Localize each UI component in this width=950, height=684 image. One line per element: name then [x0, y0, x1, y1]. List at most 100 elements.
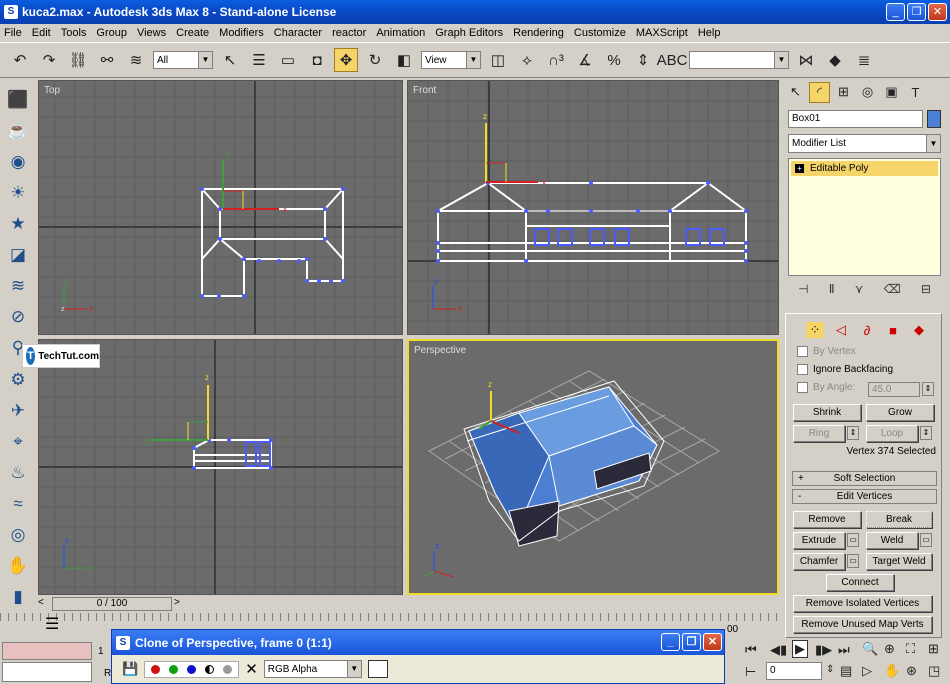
character-icon[interactable]: ✋ [6, 555, 30, 578]
remove-modifier-icon[interactable]: ⌫ [884, 282, 901, 302]
cylinder-icon[interactable]: ▮ [6, 586, 30, 609]
particles-icon[interactable]: ≋ [6, 275, 30, 298]
minimize-button[interactable]: _ [886, 3, 905, 21]
viewport-left[interactable]: z y z y [38, 339, 403, 595]
current-frame-field[interactable]: 0 [766, 662, 822, 680]
menu-group[interactable]: Group [96, 27, 127, 39]
zoom-extents-all-icon[interactable]: ⊞ [928, 641, 939, 657]
spinner-arrows-icon[interactable]: ⇕ [922, 382, 934, 396]
maximize-viewport-icon[interactable]: ◳ [928, 663, 940, 679]
go-to-start-icon[interactable]: ⏮ [745, 642, 757, 658]
next-frame-icon[interactable]: ▮▶ [815, 642, 832, 658]
named-selection-dropdown[interactable]: ▼ [689, 51, 789, 69]
utilities-tab-icon[interactable]: T [905, 82, 926, 103]
maxscript-listener-pink[interactable] [2, 642, 92, 660]
spinner-snap-icon[interactable]: ⇕ [631, 48, 655, 72]
play-icon[interactable]: ▶ [792, 640, 808, 658]
ring-button[interactable]: Ring [793, 425, 845, 442]
angle-snap-icon[interactable]: ∡ [573, 48, 597, 72]
chamfer-settings-icon[interactable]: ▭ [847, 554, 859, 568]
redo-icon[interactable]: ↷ [37, 48, 61, 72]
zoom-extents-icon[interactable]: ⛶ [906, 641, 915, 657]
flame-icon[interactable]: ♨ [6, 461, 30, 484]
field-of-view-icon[interactable]: ▷ [862, 663, 872, 679]
menu-create[interactable]: Create [176, 27, 209, 39]
clone-window-titlebar[interactable]: S Clone of Perspective, frame 0 (1:1) _ … [112, 630, 724, 655]
frame-spinner-icon[interactable]: ⇕ [826, 664, 834, 675]
mirror-icon[interactable]: ⋈ [794, 48, 818, 72]
vertex-mode-icon[interactable]: ⁘ [806, 322, 824, 338]
configure-modifier-sets-icon[interactable]: ⊟ [921, 282, 931, 302]
clone-close-button[interactable]: ✕ [703, 633, 722, 651]
selection-filter-dropdown[interactable]: All ▼ [153, 51, 213, 69]
zoom-icon[interactable]: 🔍 [862, 641, 878, 657]
clone-minimize-button[interactable]: _ [661, 633, 680, 651]
wave-icon[interactable]: ≈ [6, 492, 30, 515]
clone-maximize-button[interactable]: ❐ [682, 633, 701, 651]
torus-icon[interactable]: ◎ [6, 524, 30, 547]
menu-animation[interactable]: Animation [376, 27, 425, 39]
bind-space-warp-icon[interactable]: ≋ [124, 48, 148, 72]
grow-button[interactable]: Grow [866, 404, 934, 421]
maxscript-listener-white[interactable] [2, 662, 92, 682]
close-button[interactable]: ✕ [928, 3, 947, 21]
select-scale-icon[interactable]: ◧ [392, 48, 416, 72]
menu-tools[interactable]: Tools [61, 27, 87, 39]
viewport-front[interactable]: Front z x z x [407, 80, 779, 335]
monochrome-icon[interactable] [223, 664, 233, 674]
make-unique-icon[interactable]: ⋎ [855, 282, 864, 302]
chamfer-button[interactable]: Chamfer [793, 553, 845, 570]
sphere-icon[interactable]: ◉ [6, 150, 30, 173]
remove-unused-map-verts-button[interactable]: Remove Unused Map Verts [793, 616, 932, 633]
ignore-backfacing-checkbox[interactable]: Ignore Backfacing [797, 364, 893, 375]
channel-dropdown[interactable]: RGB Alpha ▼ [263, 660, 362, 678]
viewport-top[interactable]: Top y x y x z [38, 80, 403, 335]
compound-icon[interactable]: ◪ [6, 244, 30, 267]
menu-edit[interactable]: Edit [32, 27, 51, 39]
box-primitive-icon[interactable]: ⬛ [6, 88, 30, 111]
menu-character[interactable]: Character [274, 27, 322, 39]
show-end-result-icon[interactable]: Ⅱ [829, 282, 835, 302]
arc-rotate-icon[interactable]: ⊛ [906, 663, 917, 679]
go-to-end-icon[interactable]: ⏭ [838, 642, 850, 658]
loop-spinner-icon[interactable]: ⇕ [920, 426, 932, 440]
teapot-icon[interactable]: ☕ [6, 119, 30, 142]
select-by-name-icon[interactable]: ☰ [247, 48, 271, 72]
tube-icon[interactable]: ⊘ [6, 306, 30, 329]
next-frame-icon[interactable]: > [174, 597, 180, 608]
select-move-icon[interactable]: ✥ [334, 48, 358, 72]
select-object-icon[interactable]: ↖ [218, 48, 242, 72]
weld-settings-icon[interactable]: ▭ [920, 533, 932, 547]
color-swatch[interactable] [367, 660, 388, 678]
connect-button[interactable]: Connect [826, 574, 894, 591]
edge-mode-icon[interactable]: ◁ [832, 322, 850, 338]
menu-file[interactable]: File [4, 27, 22, 39]
by-angle-checkbox[interactable]: By Angle: [797, 382, 855, 393]
align-icon[interactable]: ◆ [823, 48, 847, 72]
green-channel-icon[interactable] [169, 664, 179, 674]
object-color-swatch[interactable] [927, 110, 941, 128]
alpha-channel-icon[interactable] [205, 664, 215, 674]
undo-icon[interactable]: ↶ [8, 48, 32, 72]
loop-button[interactable]: Loop [866, 425, 918, 442]
object-name-field[interactable]: Box01 [788, 110, 923, 128]
percent-snap-icon[interactable]: % [602, 48, 626, 72]
red-channel-icon[interactable] [151, 664, 161, 674]
remove-isolated-vertices-button[interactable]: Remove Isolated Vertices [793, 595, 932, 612]
named-selection-sets-icon[interactable]: ABC [657, 48, 688, 72]
unlink-icon[interactable]: ⚯ [95, 48, 119, 72]
polygon-mode-icon[interactable]: ■ [884, 322, 902, 338]
viewport-perspective[interactable]: Perspective z z [407, 339, 779, 595]
time-configuration-icon[interactable]: ▤ [840, 663, 852, 679]
prev-frame-icon[interactable]: < [38, 597, 44, 608]
soft-selection-rollout[interactable]: + Soft Selection [792, 471, 937, 486]
menu-reactor[interactable]: reactor [332, 27, 366, 39]
border-mode-icon[interactable]: ∂ [858, 322, 876, 338]
menu-views[interactable]: Views [137, 27, 166, 39]
maximize-button[interactable]: ❐ [907, 3, 926, 21]
pan-icon[interactable]: ✋ [884, 663, 900, 679]
clear-icon[interactable]: ✕ [245, 660, 258, 678]
stack-item-editable-poly[interactable]: + Editable Poly [791, 161, 938, 176]
display-tab-icon[interactable]: ▣ [881, 82, 902, 103]
edit-vertices-rollout[interactable]: - Edit Vertices [792, 489, 937, 504]
